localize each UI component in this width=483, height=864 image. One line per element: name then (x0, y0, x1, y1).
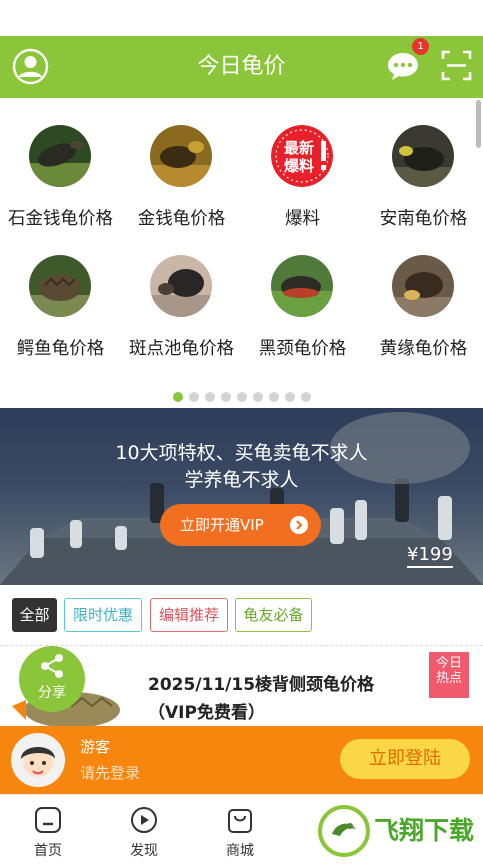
shopping-bag-icon (228, 809, 252, 833)
vip-banner[interactable]: 10大项特权、买龟卖龟不求人 学养龟不求人 立即开通VIP ¥199 (0, 408, 483, 585)
pager-dot[interactable] (284, 392, 295, 402)
scan-icon[interactable] (441, 50, 472, 81)
app-screen: 今日龟价 1 石金钱龟价格 金钱龟价格 最新 爆料 爆料 安南龟价格 鳄鱼龟价格… (0, 0, 483, 864)
scrollbar[interactable] (476, 100, 481, 148)
category-label: 黄缘龟价格 (379, 339, 468, 359)
category-item[interactable]: 鳄鱼龟价格 (0, 228, 121, 359)
tag-must-have[interactable]: 龟友必备 (235, 598, 312, 632)
nav-label: 首页 (34, 843, 62, 859)
nav-item-discover[interactable]: 发现 (96, 795, 192, 864)
hot-badge-line1: 今日 (435, 656, 462, 671)
category-label: 安南龟价格 (379, 209, 468, 229)
turtle-photo-icon (150, 125, 212, 187)
share-button[interactable]: 分享 (19, 646, 85, 712)
article-title-suffix: （VIP免费看） (148, 703, 265, 723)
category-item[interactable]: 金钱龟价格 (121, 98, 242, 229)
svg-text:爆料: 爆料 (284, 157, 314, 175)
category-item[interactable]: 安南龟价格 (363, 98, 483, 229)
open-vip-label: 立即开通VIP (180, 516, 264, 534)
category-label: 石金钱龟价格 (8, 209, 113, 229)
turtle-photo-icon (29, 125, 91, 187)
category-grid: 石金钱龟价格 金钱龟价格 最新 爆料 爆料 安南龟价格 鳄鱼龟价格 斑点池龟价格… (0, 98, 483, 408)
vip-price: ¥199 (407, 544, 453, 568)
tag-all[interactable]: 全部 (12, 598, 57, 632)
chevron-right-icon (290, 516, 308, 534)
login-hint: 请先登录 (80, 764, 141, 782)
category-label: 爆料 (285, 209, 320, 229)
login-bar: 游客 请先登录 立即登陆 (0, 726, 483, 794)
news-badge-icon: 最新 爆料 (271, 125, 333, 187)
guest-name: 游客 (80, 738, 111, 756)
guest-avatar-icon (11, 733, 65, 787)
pager-dot[interactable] (300, 392, 311, 402)
svg-text:飞翔下载: 飞翔下载 (374, 816, 474, 845)
tag-limited-offer[interactable]: 限时优惠 (64, 598, 142, 632)
home-icon (35, 807, 61, 833)
carousel-pager (0, 387, 483, 402)
pager-dot[interactable] (236, 392, 247, 402)
app-header: 今日龟价 1 (0, 36, 483, 98)
banner-headline: 10大项特权、买龟卖龟不求人 (115, 442, 368, 464)
message-icon[interactable] (386, 50, 420, 82)
hot-badge-line2: 热点 (435, 671, 462, 686)
nav-item-mall[interactable]: 商城 (192, 795, 288, 864)
user-avatar-icon[interactable] (12, 48, 49, 85)
open-vip-button[interactable]: 立即开通VIP (160, 504, 321, 546)
tag-editor-pick[interactable]: 编辑推荐 (150, 598, 228, 632)
turtle-photo-icon (392, 125, 454, 187)
svg-text:最新: 最新 (284, 139, 314, 157)
turtle-photo-icon (150, 255, 212, 317)
pager-dot[interactable] (220, 392, 231, 402)
category-label: 斑点池龟价格 (129, 339, 234, 359)
category-label: 金钱龟价格 (137, 209, 226, 229)
nav-item-home[interactable]: 首页 (0, 795, 96, 864)
watermark-logo: 飞翔下载 (318, 805, 476, 857)
nav-label: 商城 (226, 843, 254, 859)
hot-badge: 今日 热点 (429, 652, 469, 698)
turtle-photo-icon (392, 255, 454, 317)
pager-dot[interactable] (252, 392, 263, 402)
login-button[interactable]: 立即登陆 (340, 739, 470, 779)
filter-tags: 全部 限时优惠 编辑推荐 龟友必备 (0, 585, 483, 645)
pager-dot-active[interactable] (172, 392, 183, 402)
turtle-photo-icon (29, 255, 91, 317)
banner-subheadline: 学养龟不求人 (184, 469, 299, 491)
nav-label: 发现 (130, 843, 158, 859)
share-icon (41, 654, 63, 678)
pager-dot[interactable] (188, 392, 199, 402)
category-label: 黑颈龟价格 (258, 339, 347, 359)
category-item[interactable]: 黄缘龟价格 (363, 228, 483, 359)
turtle-photo-icon (271, 255, 333, 317)
category-label: 鳄鱼龟价格 (16, 339, 105, 359)
category-item[interactable]: 石金钱龟价格 (0, 98, 121, 229)
category-item[interactable]: 斑点池龟价格 (121, 228, 242, 359)
category-item[interactable]: 黑颈龟价格 (242, 228, 363, 359)
category-item[interactable]: 最新 爆料 爆料 (242, 98, 363, 229)
pager-dot[interactable] (204, 392, 215, 402)
message-count-badge: 1 (412, 38, 429, 55)
pager-dot[interactable] (268, 392, 279, 402)
play-icon (131, 807, 157, 833)
status-bar (0, 0, 483, 36)
article-title: 2025/11/15棱背侧颈龟价格 (148, 675, 375, 695)
share-label: 分享 (38, 685, 66, 701)
